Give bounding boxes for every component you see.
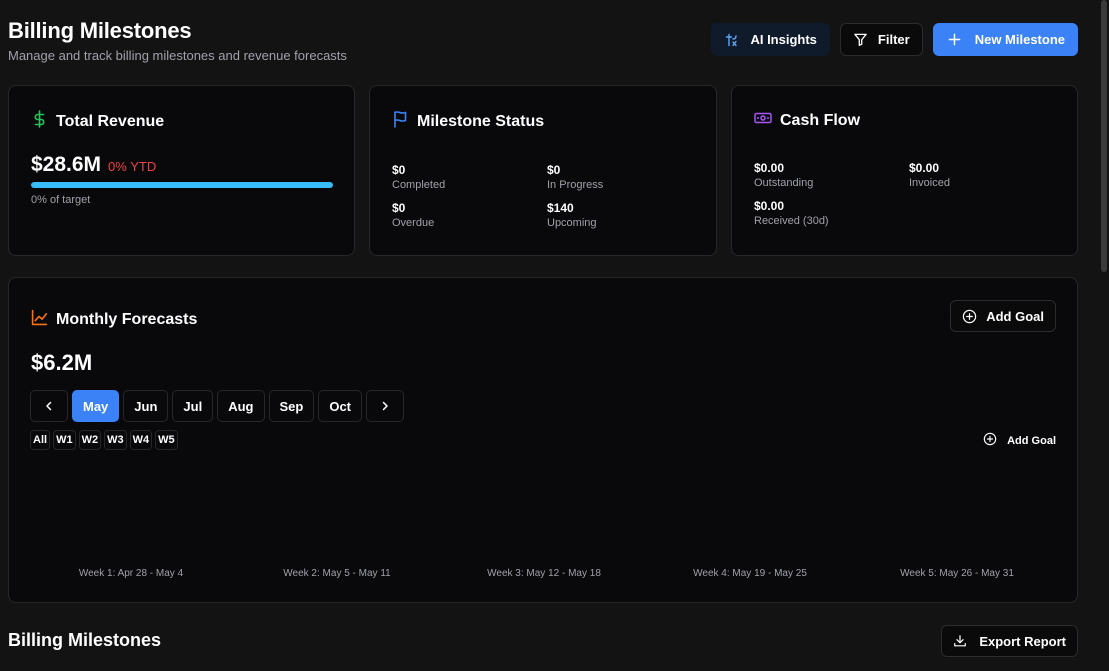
export-report-button[interactable]: Export Report [941,625,1078,657]
month-button-may[interactable]: May [72,390,120,422]
week-label: Week 2: May 5 - May 11 [283,568,391,579]
add-goal-link[interactable]: Add Goal [983,432,1056,449]
month-selector: May Jun Jul Aug Sep Oct [30,390,405,422]
filter-label: Filter [877,32,910,47]
milestone-status-label: Milestone Status [417,112,545,130]
revenue-progress-label: 0% of target [31,194,91,206]
new-milestone-button[interactable]: New Milestone [932,23,1078,56]
filter-button[interactable]: Filter [839,23,923,56]
section-title: Billing Milestones [8,630,162,650]
header-actions: AI Insights Filter New Milestone [711,23,1078,56]
stat-upcoming: $140 Upcoming [547,201,702,229]
stat-value: $140 [547,201,574,215]
stat-value: $0.00 [754,161,785,175]
plus-circle-icon [983,432,997,449]
plus-circle-icon [962,309,977,324]
stat-value: $0 [392,201,406,215]
stat-value: $0.00 [909,161,940,175]
total-revenue-card: Total Revenue $28.6M 0% YTD 0% of target [8,85,355,256]
stat-label: Invoiced [909,177,950,189]
stat-label: Completed [392,179,446,191]
ai-insights-button[interactable]: AI Insights [711,23,830,56]
stat-value: $0 [392,163,406,177]
stat-label: Received (30d) [754,215,829,227]
week-label: Week 4: May 19 - May 25 [693,568,807,579]
export-report-label: Export Report [979,633,1066,649]
filter-icon [853,32,868,47]
next-month-button[interactable] [366,390,405,422]
revenue-progress-bar [31,182,333,188]
stat-overdue: $0 Overdue [392,201,547,229]
page-scrollbar[interactable] [1101,0,1107,671]
banknote-icon [754,110,772,131]
revenue-ytd: 0% YTD [108,159,157,174]
monthly-forecasts-label: Monthly Forecasts [56,311,198,328]
prev-month-button[interactable] [30,390,68,422]
month-button-jul[interactable]: Jul [172,390,214,422]
stat-value: $0.00 [754,199,785,213]
total-revenue-title: Total Revenue [31,110,332,133]
add-goal-label: Add Goal [986,308,1044,324]
month-button-jun[interactable]: Jun [123,390,169,422]
page-header: Billing Milestones Manage and track bill… [8,18,347,63]
milestone-status-card: Milestone Status $0 Completed $0 In Prog… [369,85,717,256]
week-button-w1[interactable]: W1 [53,430,76,450]
week-button-all[interactable]: All [30,430,51,450]
month-button-aug[interactable]: Aug [217,390,265,422]
stat-invoiced: $0.00 Invoiced [909,161,1064,189]
trend-chart-icon [31,309,48,331]
month-button-oct[interactable]: Oct [318,390,363,422]
ai-sparkle-icon [724,32,740,48]
page-subtitle: Manage and track billing milestones and … [8,48,347,63]
dollar-icon [31,110,48,133]
monthly-forecasts-title: Monthly Forecasts [31,309,197,331]
chevron-right-icon [380,399,390,414]
week-button-w2[interactable]: W2 [78,430,102,450]
stat-outstanding: $0.00 Outstanding [754,161,909,189]
cash-flow-card: Cash Flow $0.00 Outstanding $0.00 Invoic… [731,85,1078,256]
stat-in-progress: $0 In Progress [547,163,702,191]
new-milestone-label: New Milestone [974,32,1065,47]
add-goal-button[interactable]: Add Goal [950,300,1056,332]
revenue-value-row: $28.6M 0% YTD [31,153,332,177]
flag-icon [392,110,409,133]
week-button-w4[interactable]: W4 [129,430,153,450]
week-label: Week 3: May 12 - May 18 [487,568,601,579]
cash-flow-grid: $0.00 Outstanding $0.00 Invoiced $0.00 R… [754,161,1055,227]
month-button-sep[interactable]: Sep [268,390,315,422]
week-button-w5[interactable]: W5 [155,430,178,450]
forecast-value: $6.2M [31,350,93,375]
week-button-w3[interactable]: W3 [104,430,127,450]
milestone-status-grid: $0 Completed $0 In Progress $0 Overdue $… [392,163,694,229]
stat-label: Overdue [392,217,435,229]
stat-completed: $0 Completed [392,163,547,191]
milestone-status-title: Milestone Status [392,110,694,133]
download-icon [953,634,967,648]
week-selector: All W1 W2 W3 W4 W5 [30,430,178,450]
add-goal-link-label: Add Goal [1007,434,1056,447]
page-title: Billing Milestones [8,18,192,43]
total-revenue-label: Total Revenue [56,112,165,130]
stat-label: In Progress [547,179,604,191]
monthly-forecasts-card: Monthly Forecasts Add Goal $6.2M May Jun… [8,277,1078,603]
week-label: Week 1: Apr 28 - May 4 [78,568,184,579]
stat-label: Outstanding [754,177,814,189]
week-label: Week 5: May 26 - May 31 [900,568,1014,579]
stat-value: $0 [547,163,561,177]
cash-flow-label: Cash Flow [780,111,861,129]
ai-insights-label: AI Insights [750,32,817,47]
cash-flow-title: Cash Flow [754,110,1055,131]
stat-label: Upcoming [547,217,597,229]
chevron-left-icon [44,399,54,414]
scrollbar-thumb[interactable] [1101,0,1107,272]
revenue-value: $28.6M [31,153,102,176]
revenue-progress-fill [31,182,333,188]
stat-received: $0.00 Received (30d) [754,199,909,227]
plus-icon [948,33,961,46]
